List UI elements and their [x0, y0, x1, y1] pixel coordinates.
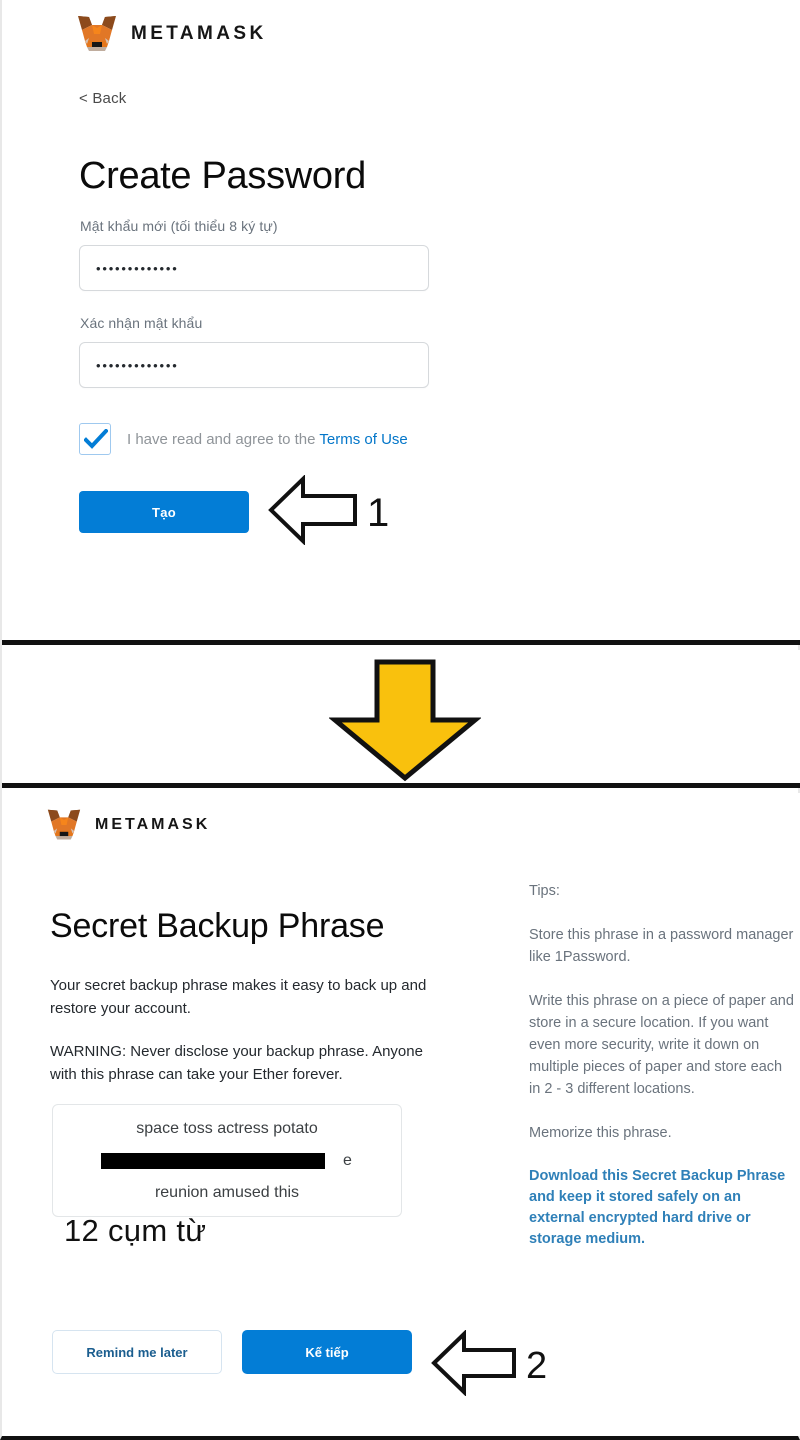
callout-two: 2	[430, 1329, 548, 1401]
seed-phrase-box[interactable]: space toss actress potato coe reunion am…	[52, 1104, 402, 1217]
terms-static-text: I have read and agree to the	[127, 430, 316, 448]
seed-phrase-line-one: space toss actress potato	[136, 1119, 318, 1137]
new-password-input[interactable]: •••••••••••••	[79, 245, 429, 291]
left-arrow-outline-icon	[267, 474, 359, 550]
page-title: Create Password	[79, 155, 366, 198]
terms-text: I have read and agree to the Terms of Us…	[127, 431, 408, 448]
terms-checkbox[interactable]	[79, 423, 111, 455]
metamask-fox-icon	[76, 14, 118, 54]
callout-one: 1	[267, 474, 390, 550]
left-arrow-outline-icon	[430, 1329, 518, 1401]
tips-item-3: Memorize this phrase.	[529, 1125, 672, 1141]
intro-paragraph: Your secret backup phrase makes it easy …	[50, 977, 427, 1017]
create-password-panel: METAMASK < Back Create Password Mật khẩu…	[2, 0, 800, 645]
download-backup-phrase-link[interactable]: Download this Secret Backup Phrase and k…	[529, 1166, 797, 1250]
back-link[interactable]: < Back	[79, 90, 126, 107]
secret-backup-title: Secret Backup Phrase	[50, 906, 385, 945]
phrase-count-note: 12 cụm từ	[64, 1213, 207, 1248]
warning-paragraph: WARNING: Never disclose your backup phra…	[50, 1043, 423, 1083]
seed-phrase-visible-suffix: e	[343, 1151, 352, 1169]
callout-number: 1	[367, 490, 390, 535]
metamask-brand: METAMASK	[76, 14, 267, 54]
create-button[interactable]: Tạo	[79, 491, 249, 533]
seed-phrase-line-two: coe	[53, 1148, 401, 1174]
confirm-password-label: Xác nhận mật khẩu	[80, 315, 203, 331]
remind-me-later-button[interactable]: Remind me later	[52, 1330, 222, 1374]
transition-band	[2, 650, 800, 788]
seed-phrase-line-three: reunion amused this	[154, 1183, 300, 1201]
tips-heading: Tips:	[529, 883, 560, 899]
tips-item-2: Write this phrase on a piece of paper an…	[529, 993, 794, 1097]
screenshot-page: METAMASK < Back Create Password Mật khẩu…	[0, 0, 800, 1440]
tips-item-1: Store this phrase in a password manager …	[529, 927, 794, 965]
terms-of-use-link[interactable]: Terms of Use	[319, 431, 407, 448]
metamask-fox-icon	[46, 808, 82, 842]
metamask-wordmark: METAMASK	[95, 816, 211, 833]
metamask-brand-secondary: METAMASK	[46, 808, 210, 842]
redaction-bar	[101, 1152, 325, 1169]
metamask-wordmark: METAMASK	[131, 23, 267, 44]
terms-agreement-row: I have read and agree to the Terms of Us…	[79, 423, 408, 455]
new-password-label: Mật khẩu mới (tối thiểu 8 ký tự)	[80, 218, 278, 234]
callout-number: 2	[526, 1344, 548, 1387]
checkmark-icon	[84, 429, 108, 449]
tips-column: Tips: Store this phrase in a password ma…	[529, 880, 797, 1250]
confirm-password-input[interactable]: •••••••••••••	[79, 342, 429, 388]
next-button[interactable]: Kế tiếp	[242, 1330, 412, 1374]
down-arrow-yellow-icon	[328, 658, 482, 787]
